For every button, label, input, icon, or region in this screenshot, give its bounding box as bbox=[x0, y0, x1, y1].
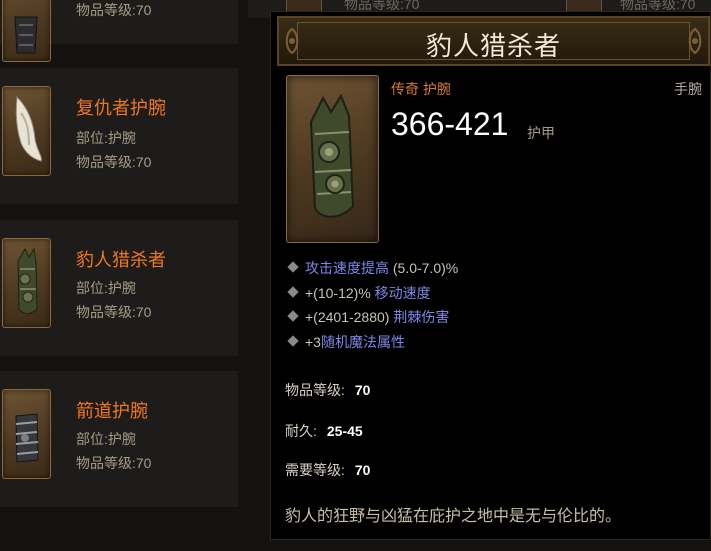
affix-name: 攻击速度提高 bbox=[305, 260, 389, 276]
item-slot-text: 部位:护腕 bbox=[76, 130, 136, 146]
list-item[interactable]: 物品等级:70 bbox=[0, 0, 238, 62]
armor-label: 护甲 bbox=[527, 125, 555, 141]
item-level-text: 物品等级:70 bbox=[76, 304, 152, 320]
item-level-text: 物品等级:70 bbox=[76, 455, 152, 471]
item-level-text: 物品等级:70 bbox=[76, 2, 152, 18]
affix-name: 移动速度 bbox=[374, 284, 431, 301]
stat-label: 需要等级: bbox=[285, 462, 345, 478]
diamond-bullet-icon bbox=[287, 310, 299, 322]
affix-value: +(2401-2880) bbox=[305, 309, 394, 325]
item-name[interactable]: 箭道护腕 bbox=[76, 397, 148, 423]
affix-name: 荆棘伤害 bbox=[393, 309, 450, 325]
stat-label: 物品等级: bbox=[285, 382, 345, 398]
diamond-bullet-icon bbox=[287, 334, 299, 347]
required-level-stat: 需要等级: 70 bbox=[285, 460, 370, 480]
tooltip-header: 豹人猎杀者 bbox=[277, 16, 710, 66]
list-item[interactable]: 箭道护腕 部位:护腕 物品等级:70 bbox=[0, 371, 238, 507]
item-slot-text: 部位:护腕 bbox=[76, 280, 136, 296]
affix-value: +(10-12)% bbox=[305, 284, 375, 301]
durability-stat: 耐久: 25-45 bbox=[285, 421, 363, 441]
bracer-thumbnail[interactable] bbox=[2, 389, 51, 479]
stat-value: 25-45 bbox=[326, 423, 363, 439]
item-level-text: 物品等级:70 bbox=[76, 154, 152, 170]
item-slot-text: 部位:护腕 bbox=[76, 431, 136, 447]
affix-value: (5.0-7.0)% bbox=[389, 260, 459, 276]
affix-name: 随机魔法属性 bbox=[320, 333, 405, 350]
flavor-text: 豹人的狂野与凶猛在庇护之地中是无与伦比的。 bbox=[285, 506, 622, 525]
item-slot: 手腕 bbox=[674, 81, 702, 97]
item-name[interactable]: 复仇者护腕 bbox=[76, 94, 166, 120]
item-browser: 物品等级:70 物品等级:70 物品等级:70 复仇者护腕 部位:护腕 物品等级… bbox=[0, 0, 711, 551]
diamond-bullet-icon bbox=[287, 261, 299, 273]
bracer-thumbnail[interactable] bbox=[2, 238, 51, 328]
bracer-thumbnail[interactable] bbox=[2, 0, 51, 62]
list-item[interactable]: 豹人猎杀者 部位:护腕 物品等级:70 bbox=[0, 220, 238, 356]
bracer-thumbnail[interactable] bbox=[2, 86, 51, 176]
affix-value: +3 bbox=[305, 333, 321, 350]
item-title: 豹人猎杀者 bbox=[425, 31, 561, 61]
item-tooltip: 豹人猎杀者 传奇 护腕 手腕 366-421 护甲 攻击速度提高 (5.0-7.… bbox=[270, 11, 711, 540]
stat-label: 耐久: bbox=[285, 423, 317, 439]
stat-value: 70 bbox=[354, 462, 371, 478]
item-rarity: 传奇 护腕 bbox=[391, 81, 451, 97]
diamond-bullet-icon bbox=[287, 285, 299, 298]
item-name[interactable]: 豹人猎杀者 bbox=[76, 246, 166, 272]
list-item[interactable]: 复仇者护腕 部位:护腕 物品等级:70 bbox=[0, 68, 238, 204]
armor-value: 366-421 bbox=[391, 106, 509, 142]
stat-value: 70 bbox=[354, 382, 371, 398]
bracer-image bbox=[286, 75, 379, 243]
item-level-stat: 物品等级: 70 bbox=[285, 380, 370, 400]
